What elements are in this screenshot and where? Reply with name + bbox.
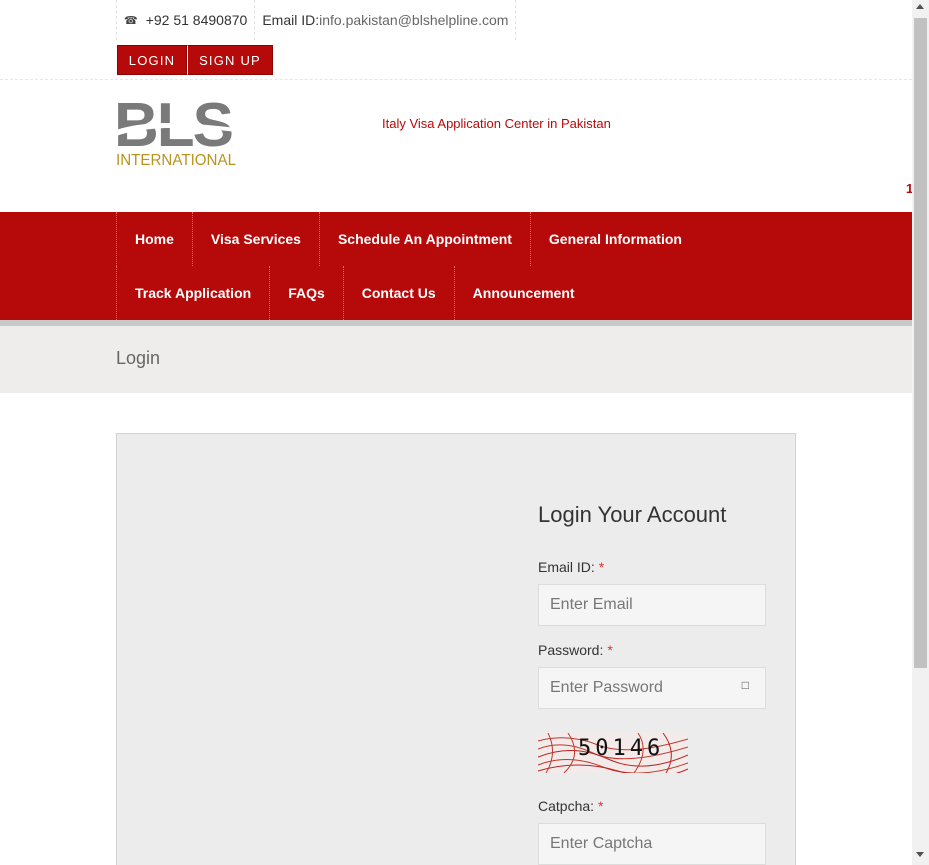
page: ☎ +92 51 8490870 Email ID: info.pakistan… (0, 0, 912, 865)
nav-item-announcement[interactable]: Announcement (453, 266, 593, 320)
login-button[interactable]: LOGIN (117, 45, 187, 75)
nav-item-general-information[interactable]: General Information (529, 212, 700, 266)
required-mark: * (598, 798, 604, 814)
phone-number: +92 51 8490870 (145, 12, 248, 28)
email-field-label: Email ID: * (538, 559, 604, 575)
logo-subtext: INTERNATIONAL (116, 152, 236, 168)
top-bar: ☎ +92 51 8490870 Email ID: info.pakistan… (0, 0, 912, 80)
email-value[interactable]: info.pakistan@blshelpline.com (319, 12, 508, 28)
form-heading: Login Your Account (538, 502, 727, 527)
eye-icon[interactable]: □ (742, 678, 749, 692)
captcha-label-text: Catpcha: (538, 798, 595, 814)
main-nav: Home Visa Services Schedule An Appointme… (0, 212, 912, 320)
phone-segment: ☎ +92 51 8490870 (116, 0, 254, 40)
required-mark: * (607, 642, 613, 658)
scrollbar-thumb[interactable] (914, 18, 927, 668)
signup-button[interactable]: SIGN UP (187, 45, 273, 75)
captcha-input[interactable]: Enter Captcha (538, 823, 766, 865)
nav-row-2: Track Application FAQs Contact Us Announ… (116, 266, 593, 320)
header-tagline: Italy Visa Application Center in Pakista… (382, 116, 611, 131)
captcha-code: 50146 (578, 736, 665, 761)
page-title-band: Login (0, 326, 912, 393)
nav-item-contact-us[interactable]: Contact Us (342, 266, 454, 320)
bls-logo[interactable]: BLS INTERNATIONAL (116, 90, 238, 168)
nav-item-faqs[interactable]: FAQs (269, 266, 343, 320)
nav-item-schedule-appointment[interactable]: Schedule An Appointment (318, 212, 530, 266)
nav-item-home[interactable]: Home (116, 212, 192, 266)
nav-row-1: Home Visa Services Schedule An Appointme… (116, 212, 700, 266)
login-panel: Login Your Account Email ID: * Enter Emai… (116, 433, 796, 865)
password-placeholder: Enter Password (550, 679, 663, 696)
password-input[interactable]: Enter Password □ (538, 667, 766, 709)
scroll-up-arrow-icon[interactable] (916, 4, 924, 9)
scroll-down-arrow-icon[interactable] (916, 852, 924, 857)
page-scrollbar[interactable] (912, 0, 929, 865)
password-field-label: Password: * (538, 642, 613, 658)
password-label-text: Password: (538, 642, 604, 658)
required-mark: * (598, 559, 605, 575)
auth-buttons: LOGIN SIGN UP (117, 45, 273, 75)
email-label: Email ID: (262, 12, 320, 28)
email-label-text: Email ID: (538, 559, 595, 575)
email-input[interactable]: Enter Email (538, 584, 766, 626)
nav-item-track-application[interactable]: Track Application (116, 266, 269, 320)
captcha-field-label: Catpcha: * (538, 798, 604, 814)
contact-info: ☎ +92 51 8490870 Email ID: info.pakistan… (116, 0, 517, 40)
captcha-image: 50146 (537, 732, 689, 778)
page-title: Login (116, 348, 161, 368)
email-segment: Email ID: info.pakistan@blshelpline.com (254, 0, 517, 40)
nav-item-visa-services[interactable]: Visa Services (191, 212, 319, 266)
phone-icon: ☎ (124, 14, 138, 27)
